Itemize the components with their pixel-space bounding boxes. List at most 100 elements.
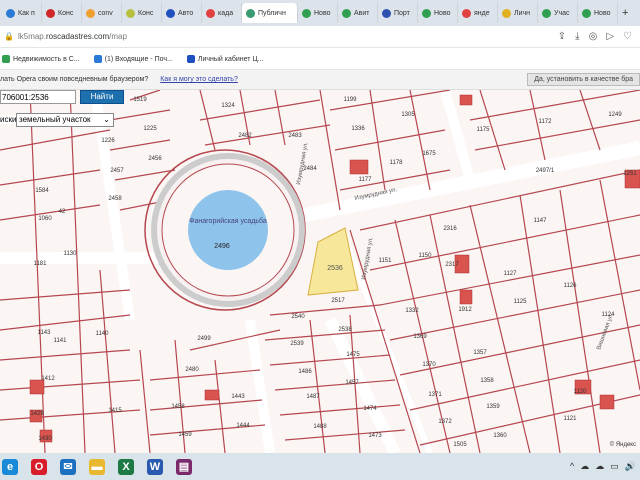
word-icon[interactable]: W xyxy=(147,458,163,475)
parcel-number[interactable]: 1444 xyxy=(236,423,250,429)
prompt-link[interactable]: Как я могу это сделать? xyxy=(160,76,238,83)
parcel-number[interactable]: 2316 xyxy=(443,226,457,232)
parcel-number[interactable]: 1151 xyxy=(379,258,393,264)
parcel-number[interactable]: 1474 xyxy=(363,406,377,412)
mail-icon[interactable]: ✉ xyxy=(60,458,76,475)
parcel-number[interactable]: 2456 xyxy=(148,156,162,162)
tab[interactable]: Ново xyxy=(578,3,618,23)
parcel-number[interactable]: 1519 xyxy=(133,97,147,103)
cadastral-number-input[interactable] xyxy=(0,90,76,104)
parcel-number[interactable]: 1486 xyxy=(298,369,312,375)
parcel-number[interactable]: 1249 xyxy=(608,112,622,118)
tray-icon[interactable]: 🔊 xyxy=(625,461,636,472)
bookmark[interactable]: Недвижимость в С... xyxy=(2,54,80,63)
parcel-number[interactable]: 1225 xyxy=(143,126,157,132)
parcel-number[interactable]: 1675 xyxy=(422,151,436,157)
parcel-number[interactable]: 1336 xyxy=(351,126,365,132)
tab[interactable]: Как п xyxy=(2,3,42,23)
parcel-number[interactable]: 1475 xyxy=(346,352,360,358)
explorer-icon[interactable]: ▬ xyxy=(89,458,105,475)
tab[interactable]: Авто xyxy=(162,3,202,23)
parcel-number[interactable]: 1488 xyxy=(313,424,327,430)
parcel-number[interactable]: 2497/1 xyxy=(536,168,555,174)
tab[interactable]: Порт xyxy=(378,3,418,23)
tray-icon[interactable]: ☁ xyxy=(595,461,604,472)
cadastral-map[interactable]: Фанагорийская усадьба 2496 2536 Изумрудная … xyxy=(0,90,640,453)
parcel-number[interactable]: 1177 xyxy=(359,177,373,183)
parcel-number[interactable]: 1130 xyxy=(64,251,78,257)
parcel-number[interactable]: 1359 xyxy=(486,404,500,410)
parcel-number[interactable]: 1584 xyxy=(35,188,49,194)
tray-icon[interactable]: ^ xyxy=(570,461,574,472)
parcel-number[interactable]: 1121 xyxy=(564,416,578,422)
tab[interactable]: Ново xyxy=(298,3,338,23)
parcel-number[interactable]: 1369 xyxy=(413,334,427,340)
parcel-number[interactable]: 2540 xyxy=(291,314,305,320)
parcel-number[interactable]: 1358 xyxy=(480,378,494,384)
opera-icon[interactable]: O xyxy=(31,458,47,475)
parcel-number[interactable]: 1473 xyxy=(368,433,382,439)
tab[interactable]: Конс xyxy=(122,3,162,23)
new-tab-button[interactable]: + xyxy=(622,7,628,19)
parcel-number[interactable]: 2482 xyxy=(238,133,252,139)
parcel-number[interactable]: 1457 xyxy=(345,380,359,386)
tab[interactable]: Учас xyxy=(538,3,578,23)
parcel-number[interactable]: 1175 xyxy=(477,127,491,133)
search-type-select[interactable]: земельный участок ⌄ xyxy=(16,113,114,127)
tab[interactable]: Личн xyxy=(498,3,538,23)
tray-icon[interactable]: ☁ xyxy=(580,461,589,472)
parcel-number[interactable]: 1140 xyxy=(96,331,110,337)
parcel-number[interactable]: 1060 xyxy=(38,216,52,222)
parcel-number[interactable]: 42 xyxy=(59,209,66,215)
tab[interactable]: conv xyxy=(82,3,122,23)
tab[interactable]: Конс xyxy=(42,3,82,23)
parcel-number[interactable]: 1459 xyxy=(178,432,192,438)
excel-icon[interactable]: X xyxy=(118,458,134,475)
parcel-number[interactable]: 2458 xyxy=(108,196,122,202)
parcel-number[interactable]: 1371 xyxy=(428,392,442,398)
parcel-number[interactable]: 2457 xyxy=(110,168,124,174)
parcel-number[interactable]: 1332 xyxy=(405,308,419,314)
parcel-number[interactable]: 1324 xyxy=(221,103,235,109)
parcel-number[interactable]: 1458 xyxy=(171,404,185,410)
parcel-number[interactable]: 1199 xyxy=(344,97,358,103)
parcel-number[interactable]: 1147 xyxy=(534,218,548,224)
heart-icon[interactable]: ♡ xyxy=(623,31,632,42)
set-default-button[interactable]: Да, установить в качестве бра xyxy=(527,73,640,86)
tab[interactable]: када xyxy=(202,3,242,23)
edge-icon[interactable]: e xyxy=(2,458,18,475)
parcel-number[interactable]: 1120 xyxy=(574,389,588,395)
parcel-number[interactable]: 2484 xyxy=(303,166,317,172)
find-button[interactable]: Найти xyxy=(80,90,124,104)
tray-icon[interactable]: ▭ xyxy=(610,461,619,472)
address-bar[interactable]: 🔒 lk5map.roscadastres.com/map ⇪ ⤓ ◎ ▷ ♡ xyxy=(0,26,640,48)
parcel-number[interactable]: 1181 xyxy=(34,261,48,267)
parcel-number[interactable]: 1126 xyxy=(564,283,578,289)
tab[interactable]: янде xyxy=(458,3,498,23)
selected-parcel[interactable] xyxy=(307,227,359,296)
parcel-number[interactable]: 1127 xyxy=(504,271,518,277)
map-canvas[interactable]: Фанагорийская усадьба 2496 2536 Изумрудная … xyxy=(0,90,640,453)
parcel-number[interactable]: 1305 xyxy=(401,112,415,118)
parcel-number[interactable]: 1125 xyxy=(514,299,528,305)
parcel-number[interactable]: 1372 xyxy=(438,419,452,425)
parcel-number[interactable]: 2480 xyxy=(185,367,199,373)
tab[interactable]: Ново xyxy=(418,3,458,23)
tab[interactable]: Публичн xyxy=(242,3,298,23)
parcel-number[interactable]: 1172 xyxy=(539,119,553,125)
parcel-number[interactable]: 1357 xyxy=(473,350,487,356)
parcel-number[interactable]: 2539 xyxy=(290,341,304,347)
location-icon[interactable]: ◎ xyxy=(589,31,598,42)
parcel-number[interactable]: 2499 xyxy=(197,336,211,342)
bookmark[interactable]: (1) Входящие - Поч... xyxy=(93,54,173,63)
parcel-number[interactable]: 1505 xyxy=(453,442,467,448)
download-icon[interactable]: ⤓ xyxy=(575,31,579,42)
parcel-number[interactable]: 1443 xyxy=(231,394,245,400)
parcel-number[interactable]: 1178 xyxy=(390,160,404,166)
parcel-number[interactable]: 1251 xyxy=(623,171,637,177)
parcel-number[interactable]: 1360 xyxy=(493,433,507,439)
play-icon[interactable]: ▷ xyxy=(606,31,614,42)
parcel-number[interactable]: 1412 xyxy=(41,376,55,382)
parcel-number[interactable]: 2517 xyxy=(331,298,345,304)
parcel-number[interactable]: 1150 xyxy=(419,253,433,259)
